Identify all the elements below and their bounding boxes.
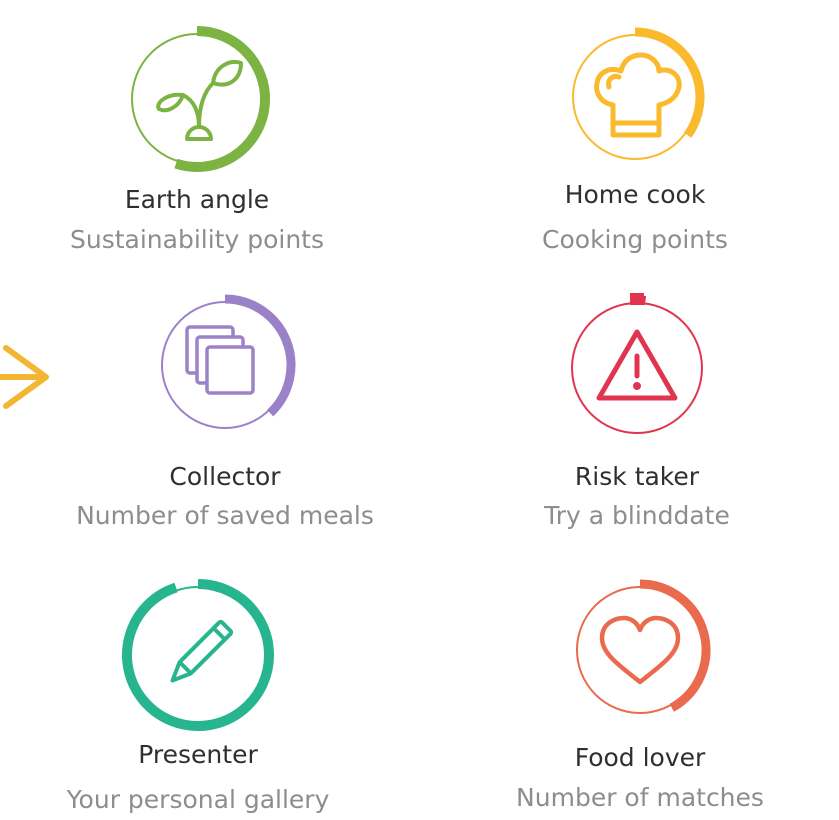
badge-progress-ring [122, 579, 274, 731]
badge-food-lover[interactable]: Food lover Number of matches [460, 570, 820, 820]
progress-arc [636, 295, 647, 306]
badge-risk-taker[interactable]: Risk taker Try a blinddate [457, 290, 817, 550]
badge-title: Home cook [564, 180, 706, 209]
badge-title: Presenter [138, 740, 258, 769]
badge-progress-ring [572, 27, 705, 160]
badge-title: Risk taker [574, 462, 700, 491]
badge-title: Earth angle [124, 185, 270, 214]
badge-progress-ring [571, 293, 703, 434]
sprout-icon [156, 60, 243, 141]
badge-title: Food lover [574, 743, 706, 772]
badge-home-cook[interactable]: Home cook Cooking points [455, 0, 815, 260]
badge-subtitle: Number of saved meals [76, 501, 374, 530]
badge-subtitle: Sustainability points [69, 225, 324, 254]
progress-arc [634, 27, 705, 138]
heart-icon [599, 615, 681, 685]
pencil-icon [170, 619, 234, 683]
badge-collector[interactable]: Collector Number of saved meals [45, 290, 405, 550]
badge-title: Collector [169, 462, 281, 491]
badge-progress-ring [161, 294, 296, 429]
warning-icon [596, 329, 678, 401]
badge-earth-angle[interactable]: Earth angle Sustainability points [17, 0, 377, 260]
badge-progress-ring [131, 26, 270, 172]
badge-subtitle: Try a blinddate [544, 501, 730, 530]
badge-subtitle: Cooking points [542, 225, 728, 254]
badge-subtitle: Your personal gallery [66, 785, 330, 814]
progress-arc [639, 579, 711, 712]
stacked-cards-icon [185, 325, 255, 395]
badge-progress-ring [576, 579, 711, 714]
progress-arc [122, 579, 274, 731]
badge-subtitle: Number of matches [516, 783, 764, 812]
chef-hat-icon [594, 52, 682, 138]
badge-presenter[interactable]: Presenter Your personal gallery [18, 570, 378, 820]
